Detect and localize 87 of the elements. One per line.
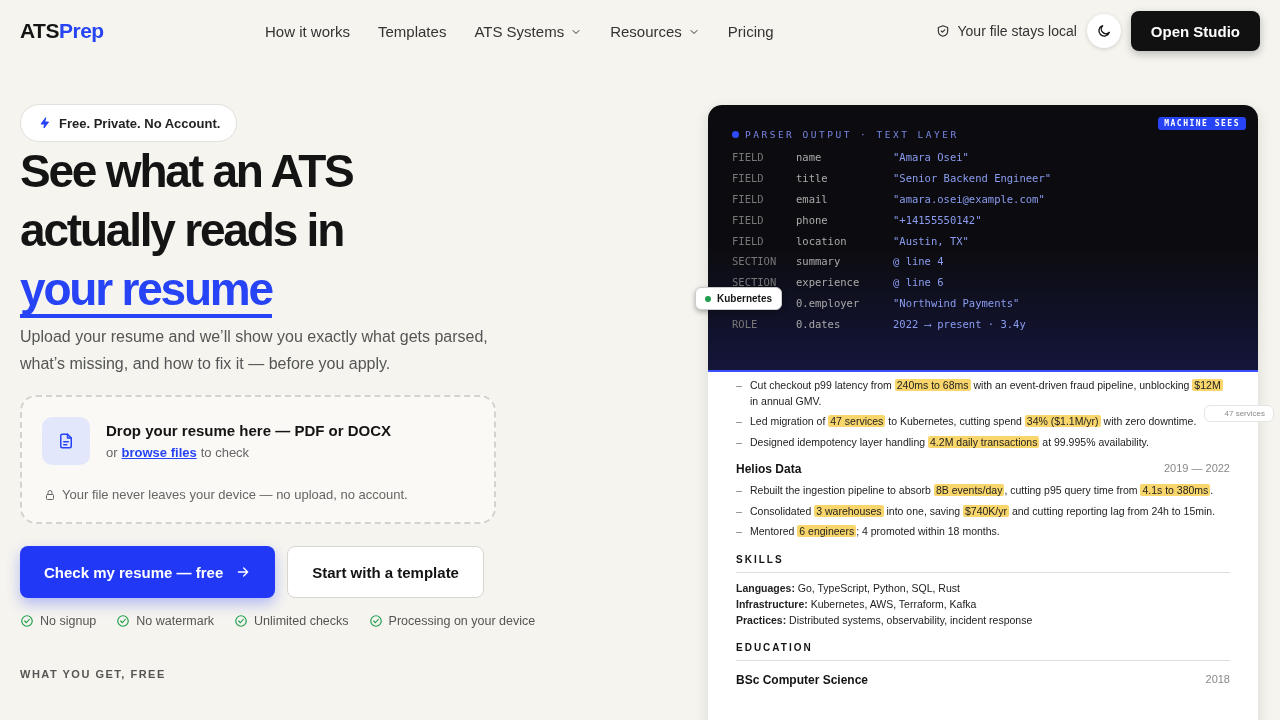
document-icon (57, 432, 75, 450)
nav-link[interactable]: Pricing (727, 22, 774, 40)
shield-check-icon (935, 24, 950, 38)
bullet-dash (736, 422, 742, 423)
section-label: WHAT YOU GET, FREE (20, 668, 167, 680)
privacy-note: Your file never leaves your device — no upload, no account. (62, 487, 408, 502)
theme-toggle-button[interactable] (1086, 14, 1121, 48)
skill-line: Languages: Go, TypeScript, Python, SQL, Rust (736, 580, 961, 596)
field-value: "Amara Osei" (893, 151, 969, 164)
bullet-dash (736, 532, 742, 533)
logo[interactable]: ATSPrep (20, 19, 265, 43)
degree: BSc Computer Science (736, 672, 869, 687)
nav-link[interactable]: Resources (610, 22, 700, 40)
field-key: phone (796, 213, 893, 226)
subtitle: Upload your resume and we’ll show you exactly what gets parsed, what’s missing, and how to fix it — before you apply. (20, 327, 489, 374)
row-type: FIELD (732, 193, 765, 205)
drop-zone-text: or (106, 445, 118, 460)
field-value: @ line 4 (893, 255, 944, 268)
field-key: 0.employer (796, 296, 893, 309)
perk-label: Processing on your device (388, 614, 536, 628)
bullet-dash (736, 386, 742, 387)
row-type: FIELD (732, 234, 765, 247)
field-key: summary (796, 255, 893, 268)
skill-line: Infrastructure: Kubernetes, AWS, Terraform, Kafka (736, 596, 978, 612)
bullet-dash (736, 511, 742, 513)
row-type: SECTION (732, 276, 778, 289)
badge: Free. Private. No Account. (20, 104, 238, 142)
section-title: SKILLS (736, 553, 1230, 573)
check-circle-icon (20, 614, 34, 628)
field-value: 2022 ⟶ present · 3.4y (893, 317, 1026, 330)
status-dot (732, 131, 739, 138)
field-key: name (796, 151, 893, 164)
bullet-dash (736, 491, 742, 492)
perk-label: No signup (40, 614, 97, 628)
bullet-text: Led migration of 47 services to Kubernetes, cutting spend 34% ($1.1M/yr) with zero downtime. (750, 414, 1197, 429)
keyword-chip: 47 services (1203, 405, 1274, 422)
local-note: Your file stays local (957, 23, 1077, 39)
parser-header: PARSER OUTPUT · TEXT LAYER (745, 129, 959, 140)
check-circle-icon (234, 614, 249, 628)
row-type: ROLE (732, 317, 759, 330)
perk-label: Unlimited checks (254, 614, 349, 628)
open-studio-button[interactable]: Open Studio (1130, 11, 1260, 51)
check-resume-button[interactable]: Check my resume — free (20, 546, 276, 598)
nav-link[interactable]: Templates (378, 22, 447, 40)
company-name: Helios Data (736, 462, 802, 476)
section-title: EDUCATION (736, 641, 1230, 661)
field-value: "amara.osei@example.com" (893, 193, 1045, 205)
education-year: 2018 (1205, 672, 1230, 687)
field-value: "+14155550142" (893, 213, 982, 226)
moon-icon (1095, 23, 1112, 39)
bullet-dash (736, 442, 742, 444)
row-type: FIELD (732, 213, 765, 226)
nav-link[interactable]: ATS Systems (474, 22, 583, 40)
keyword-chip: Kubernetes (695, 287, 782, 310)
browse-files-link[interactable]: browse files (121, 445, 197, 460)
row-type: FIELD (732, 172, 765, 185)
field-key: title (796, 172, 893, 185)
skill-line: Practices: Distributed systems, observability, incident response (736, 612, 1034, 628)
check-circle-icon (368, 614, 383, 628)
machine-sees-tag: MACHINE SEES (1158, 117, 1246, 130)
row-type: SECTION (732, 255, 778, 268)
field-key: email (796, 193, 893, 205)
lock-icon (44, 488, 56, 501)
nav-link[interactable]: How it works (265, 22, 350, 40)
field-key: location (796, 234, 893, 247)
bullet-text: Mentored 6 engineers ; 4 promoted within 18 months. (750, 524, 1000, 539)
lightning-icon (39, 117, 51, 129)
field-key: 0.dates (796, 317, 893, 330)
drop-zone-text: to check (200, 445, 250, 460)
bullet-text: Designed idempotency layer handling 4.2M daily transactions at 99.995% availability. (750, 434, 1149, 450)
check-circle-icon (116, 614, 131, 628)
field-value: "Northwind Payments" (893, 296, 1020, 309)
headline: actually reads in (20, 203, 345, 258)
perk-label: No watermark (136, 614, 215, 628)
template-button[interactable]: Start with a template (287, 546, 484, 598)
field-value: @ line 6 (893, 276, 944, 289)
headline: See what an ATS (20, 144, 354, 199)
row-type: FIELD (732, 151, 765, 164)
job-dates: 2019 — 2022 (1163, 462, 1230, 476)
field-value: "Austin, TX" (893, 234, 969, 247)
field-key: experience (796, 276, 893, 289)
field-value: "Senior Backend Engineer" (893, 172, 1052, 185)
bullet-text: Rebuilt the ingestion pipeline to absorb 8B events/day , cutting p95 query time from 4.1s to 380ms . (750, 483, 1214, 498)
headline-accent: your resume (20, 264, 272, 318)
drop-zone[interactable]: Drop your resume here — PDF or DOCX or browse files to check Your file never leaves your device — no upload, no account. (20, 395, 496, 524)
drop-zone-title: Drop your resume here — PDF or DOCX (106, 422, 392, 439)
bullet-text: Consolidated 3 warehouses into one, saving $740K/yr and cutting reporting lag from 24h to 15min. (750, 503, 1216, 519)
